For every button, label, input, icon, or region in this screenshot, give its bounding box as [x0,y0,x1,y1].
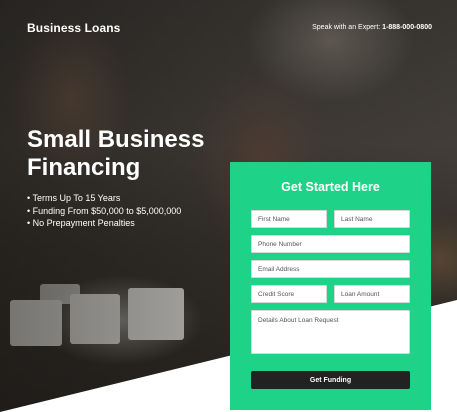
site-logo[interactable]: Business Loans [27,21,120,35]
phone-number-input[interactable] [251,235,410,253]
feature-item: • No Prepayment Penalties [27,218,135,228]
email-address-input[interactable] [251,260,410,278]
loan-amount-input[interactable] [334,285,410,303]
expert-contact: Speak with an Expert: 1-888-000-0800 [312,24,432,31]
lead-form-card: Get Started Here Get Funding [230,162,431,410]
feature-item: • Funding From $50,000 to $5,000,000 [27,205,182,216]
expert-phone-link[interactable]: 1-888-000-0800 [382,24,432,31]
credit-score-input[interactable] [251,285,327,303]
hero-headline: Small Business Financing [27,126,205,181]
form-title: Get Started Here [281,180,380,194]
loan-details-textarea[interactable] [251,310,410,354]
feature-item: • Terms Up To 15 Years [27,193,121,203]
first-name-input[interactable] [251,210,327,228]
get-funding-button[interactable]: Get Funding [251,371,410,389]
expert-label: Speak with an Expert: [312,24,381,31]
feature-list: • Terms Up To 15 Years • Funding From $5… [27,192,181,230]
last-name-input[interactable] [334,210,410,228]
